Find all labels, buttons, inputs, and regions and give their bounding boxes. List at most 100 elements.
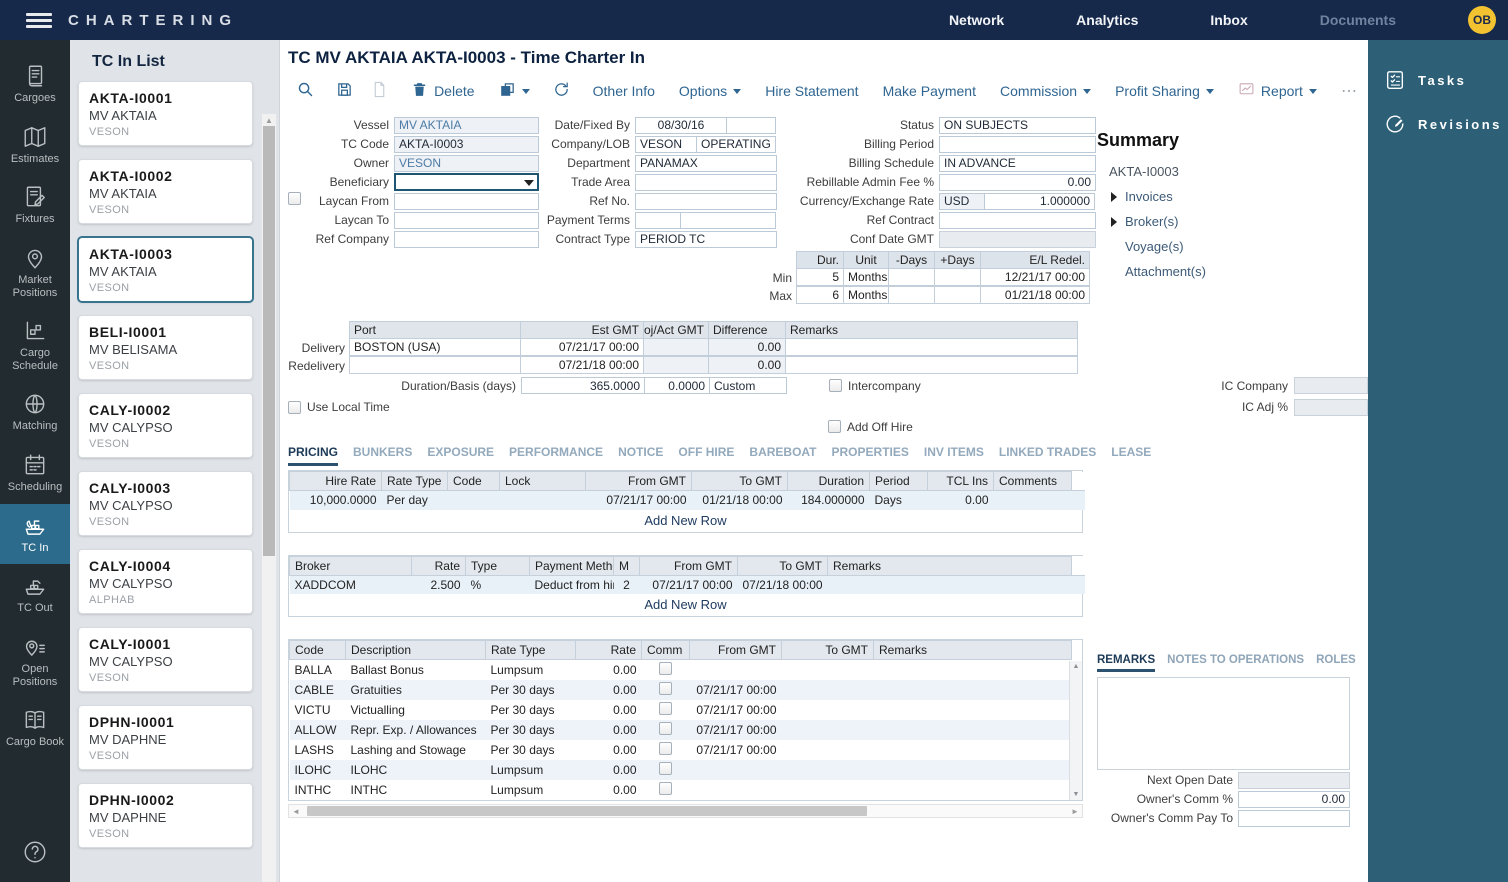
laycan-to-field[interactable]: [394, 212, 539, 229]
duration-value-field[interactable]: 5: [796, 268, 844, 286]
el-redel-field[interactable]: 01/21/18 00:00: [980, 286, 1090, 304]
add-off-hire-checkbox[interactable]: [828, 420, 841, 433]
rebillable-admin-fee-field[interactable]: 0.00: [939, 174, 1096, 191]
detail-tab[interactable]: PERFORMANCE: [509, 445, 603, 466]
remarks-tab[interactable]: ROLES: [1316, 654, 1356, 672]
ic-company-field[interactable]: [1294, 377, 1368, 394]
contract-type-field[interactable]: PERIOD TC: [635, 231, 777, 248]
duration-days-field[interactable]: 365.0000: [521, 377, 645, 394]
intercompany-checkbox[interactable]: [829, 379, 842, 392]
el-redel-field[interactable]: 12/21/17 00:00: [980, 268, 1090, 286]
comm-checkbox[interactable]: [659, 722, 672, 735]
pricing-add-new-row-link[interactable]: Add New Row: [289, 510, 1082, 532]
tc-list-item[interactable]: AKTA-I0002 MV AKTAIA VESON: [78, 159, 253, 224]
detail-tab[interactable]: PROPERTIES: [832, 445, 909, 466]
detail-tab[interactable]: INV ITEMS: [924, 445, 984, 466]
lob-field[interactable]: OPERATING: [696, 136, 776, 153]
owners-comm-pay-to-field[interactable]: [1238, 810, 1350, 827]
tc-list-item[interactable]: AKTA-I0003 MV AKTAIA VESON: [78, 237, 253, 302]
tc-list-item[interactable]: DPHN-I0001 MV DAPHNE VESON: [78, 705, 253, 770]
report-button[interactable]: Report: [1228, 81, 1327, 101]
hire-statement-button[interactable]: Hire Statement: [755, 83, 868, 99]
sidebar-item-estimates[interactable]: Estimates: [0, 115, 70, 176]
vessel-field[interactable]: MV AKTAIA: [394, 117, 539, 134]
owner-field[interactable]: VESON: [394, 155, 539, 172]
sidebar-item-tc-out[interactable]: TC Out: [0, 564, 70, 625]
detail-tab[interactable]: BUNKERS: [353, 445, 412, 466]
proj-act-gmt-field[interactable]: [643, 356, 709, 374]
save-button[interactable]: [327, 81, 362, 101]
table-horizontal-scrollbar[interactable]: ◄ ►: [288, 804, 1083, 818]
more-button[interactable]: ⋯: [1331, 81, 1368, 101]
scrollbar-thumb[interactable]: [263, 126, 275, 556]
currency-field[interactable]: USD: [939, 193, 985, 210]
laycan-from-checkbox[interactable]: [288, 192, 301, 205]
cost-code-row[interactable]: ALLOWRepr. Exp. / AllowancesPer 30 days …: [290, 720, 1072, 740]
owners-comm-field[interactable]: 0.00: [1238, 791, 1350, 808]
list-scrollbar[interactable]: ▲: [262, 114, 276, 882]
company-field[interactable]: VESON: [635, 136, 697, 153]
sidebar-item-cargoes[interactable]: Cargoes: [0, 54, 70, 115]
detail-tab[interactable]: BAREBOAT: [749, 445, 816, 466]
plus-days-field[interactable]: [934, 286, 981, 304]
detail-tab[interactable]: EXPOSURE: [427, 445, 494, 466]
sidebar-item-cargo-book[interactable]: Cargo Book: [0, 698, 70, 759]
comm-checkbox[interactable]: [659, 782, 672, 795]
nav-analytics[interactable]: Analytics: [1076, 12, 1138, 28]
sidebar-item-cargo-schedule[interactable]: Cargo Schedule: [0, 309, 70, 382]
commission-button[interactable]: Commission: [990, 83, 1101, 99]
sidebar-item-matching[interactable]: Matching: [0, 382, 70, 443]
tc-list-item[interactable]: DPHN-I0002 MV DAPHNE VESON: [78, 783, 253, 848]
conf-date-gmt-field[interactable]: [939, 231, 1096, 248]
search-button[interactable]: [288, 81, 323, 101]
summary-item[interactable]: Invoices: [1111, 189, 1357, 204]
revisions-button[interactable]: Revisions: [1368, 102, 1508, 146]
new-document-button[interactable]: [362, 81, 397, 101]
summary-contract-code[interactable]: AKTA-I0003: [1109, 164, 1357, 179]
detail-tab[interactable]: OFF HIRE: [678, 445, 734, 466]
user-avatar[interactable]: OB: [1468, 6, 1496, 34]
nav-inbox[interactable]: Inbox: [1210, 12, 1247, 28]
comm-checkbox[interactable]: [659, 702, 672, 715]
tc-list-item[interactable]: CALY-I0001 MV CALYPSO VESON: [78, 627, 253, 692]
remarks-tab[interactable]: NOTES TO OPERATIONS: [1167, 654, 1304, 672]
fixed-by-field[interactable]: [726, 117, 776, 134]
detail-tab[interactable]: NOTICE: [618, 445, 663, 466]
remarks-tab[interactable]: REMARKS: [1097, 654, 1155, 672]
copy-button[interactable]: [489, 81, 540, 101]
ref-company-field[interactable]: [394, 231, 539, 248]
cost-code-row[interactable]: BALLABallast BonusLumpsum 0.00: [290, 660, 1072, 681]
scroll-right-icon[interactable]: ►: [1068, 807, 1082, 816]
plus-days-field[interactable]: [934, 268, 981, 286]
tc-list-item[interactable]: BELI-I0001 MV BELISAMA VESON: [78, 315, 253, 380]
detail-tab[interactable]: LEASE: [1111, 445, 1151, 466]
menu-icon[interactable]: [26, 10, 52, 31]
duration-unit-field[interactable]: Months: [843, 286, 889, 304]
ref-no-field[interactable]: [635, 193, 777, 210]
other-info-button[interactable]: Other Info: [583, 83, 665, 99]
ic-adj-field[interactable]: [1294, 399, 1368, 416]
minus-days-field[interactable]: [888, 268, 935, 286]
date-fixed-by-field[interactable]: 08/30/16: [635, 117, 727, 134]
sidebar-item-market-positions[interactable]: Market Positions: [0, 236, 70, 309]
delete-button[interactable]: Delete: [401, 81, 484, 101]
billing-period-field[interactable]: [939, 136, 1096, 153]
detail-tab[interactable]: PRICING: [288, 445, 338, 466]
cost-code-row[interactable]: VICTUVictuallingPer 30 days 0.00 07/21/1…: [290, 700, 1072, 720]
detail-tab[interactable]: LINKED TRADES: [999, 445, 1096, 466]
scrollbar-thumb[interactable]: [307, 806, 867, 816]
next-open-date-field[interactable]: [1238, 772, 1350, 789]
scroll-down-icon[interactable]: ▼: [1073, 791, 1080, 798]
help-button[interactable]: [0, 839, 70, 868]
sidebar-item-tc-in[interactable]: TC In: [0, 504, 70, 565]
cost-code-row[interactable]: CABLEGratuitiesPer 30 days 0.00 07/21/17…: [290, 680, 1072, 700]
est-gmt-field[interactable]: 07/21/18 00:00: [520, 356, 644, 374]
sidebar-item-fixtures[interactable]: Fixtures: [0, 175, 70, 236]
scroll-left-icon[interactable]: ◄: [289, 807, 303, 816]
tc-list-item[interactable]: AKTA-I0001 MV AKTAIA VESON: [78, 81, 253, 146]
comm-checkbox[interactable]: [659, 662, 672, 675]
broker-row[interactable]: XADDCOM2.500% Deduct from hire207/21/17 …: [290, 575, 1085, 594]
tc-list-item[interactable]: CALY-I0003 MV CALYPSO VESON: [78, 471, 253, 536]
nav-documents[interactable]: Documents: [1320, 12, 1396, 28]
port-field[interactable]: BOSTON (USA): [349, 338, 521, 356]
